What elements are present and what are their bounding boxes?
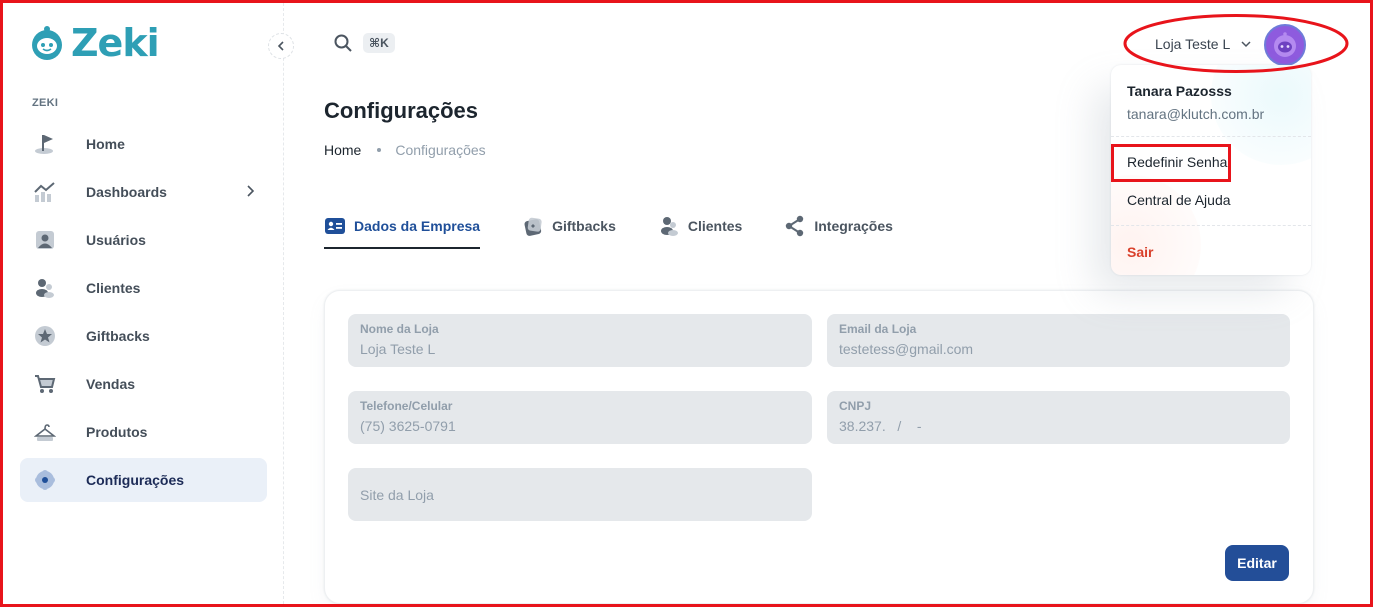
users-icon	[34, 277, 56, 299]
sidebar-item-configuracoes[interactable]: Configurações	[20, 458, 267, 502]
robot-avatar-icon	[1274, 32, 1296, 57]
breadcrumb: Home Configurações	[324, 142, 486, 158]
user-email: tanara@klutch.com.br	[1127, 106, 1265, 122]
sidebar-item-label: Dashboards	[86, 184, 167, 200]
edit-button[interactable]: Editar	[1225, 545, 1289, 581]
site-field[interactable]: Site da Loja	[348, 468, 812, 521]
phone-field[interactable]: Telefone/Celular (75) 3625-0791	[348, 391, 812, 444]
sidebar-item-giftbacks[interactable]: Giftbacks	[20, 314, 267, 358]
search-icon	[334, 34, 352, 52]
tab-label: Giftbacks	[552, 218, 616, 234]
sidebar-item-label: Home	[86, 136, 125, 152]
field-value: Loja Teste L	[360, 341, 436, 357]
chart-icon	[34, 181, 56, 203]
store-name-field[interactable]: Nome da Loja Loja Teste L	[348, 314, 812, 367]
star-icon	[34, 325, 56, 347]
sidebar-item-vendas[interactable]: Vendas	[20, 362, 267, 406]
company-data-card: Nome da Loja Loja Teste L Email da Loja …	[324, 290, 1314, 604]
tab-integracoes[interactable]: Integrações	[784, 213, 893, 239]
user-dropdown-menu: Tanara Pazosss tanara@klutch.com.br Rede…	[1111, 65, 1311, 275]
divider	[1111, 136, 1311, 137]
sidebar-item-produtos[interactable]: Produtos	[20, 410, 267, 454]
chevron-right-icon	[243, 184, 257, 203]
sidebar: Zeki ZEKI Home Dashboards Usuários Clien…	[3, 3, 284, 604]
store-name: Loja Teste L	[1155, 36, 1231, 52]
field-label: CNPJ	[839, 399, 872, 413]
logo-text: Zeki	[71, 21, 160, 65]
share-icon	[786, 215, 804, 237]
sidebar-item-label: Configurações	[86, 472, 185, 488]
store-selector[interactable]: Loja Teste L	[1155, 36, 1252, 52]
page-title: Configurações	[324, 98, 479, 123]
help-center-item[interactable]: Central de Ajuda	[1127, 192, 1231, 208]
tab-label: Integrações	[814, 218, 893, 234]
breadcrumb-current: Configurações	[395, 142, 486, 158]
reset-password-item[interactable]: Redefinir Senha	[1127, 154, 1227, 170]
tab-giftbacks[interactable]: Giftbacks	[522, 213, 616, 239]
search-button[interactable]: ⌘K	[333, 33, 395, 53]
flag-icon	[34, 133, 56, 155]
sidebar-item-label: Produtos	[86, 424, 148, 440]
gear-icon	[34, 469, 56, 491]
id-card-icon	[325, 218, 345, 234]
sidebar-item-clientes[interactable]: Clientes	[20, 266, 267, 310]
cart-icon	[34, 373, 56, 395]
field-value: 38.237. / -	[839, 418, 922, 434]
sidebar-item-home[interactable]: Home	[20, 122, 267, 166]
user-name: Tanara Pazosss	[1127, 83, 1232, 99]
tab-dados-da-empresa[interactable]: Dados da Empresa	[324, 213, 481, 249]
chevron-down-icon	[1241, 41, 1251, 48]
cnpj-field[interactable]: CNPJ 38.237. / -	[827, 391, 1290, 444]
sidebar-collapse-button[interactable]	[268, 33, 294, 59]
settings-tabs: Dados da Empresa Giftbacks Clientes Inte…	[324, 213, 935, 249]
field-label: Email da Loja	[839, 322, 917, 336]
tab-clientes[interactable]: Clientes	[658, 213, 742, 239]
sidebar-item-label: Usuários	[86, 232, 146, 248]
sidebar-item-dashboards[interactable]: Dashboards	[20, 170, 267, 214]
field-placeholder: Site da Loja	[360, 487, 434, 503]
field-value: testetess@gmail.com	[839, 341, 974, 357]
sidebar-item-label: Vendas	[86, 376, 136, 392]
logout-item[interactable]: Sair	[1127, 244, 1153, 260]
chevron-left-icon	[277, 41, 284, 51]
sidebar-item-usuarios[interactable]: Usuários	[20, 218, 267, 262]
logo[interactable]: Zeki	[27, 21, 160, 65]
field-label: Telefone/Celular	[360, 399, 453, 413]
field-value: (75) 3625-0791	[360, 418, 456, 434]
tab-label: Clientes	[687, 218, 743, 234]
divider	[1111, 225, 1311, 226]
breadcrumb-separator	[377, 148, 382, 152]
gift-icon	[524, 217, 542, 236]
avatar[interactable]	[1264, 24, 1306, 66]
users-icon	[660, 217, 678, 236]
sidebar-item-label: Clientes	[86, 280, 141, 296]
user-icon	[34, 229, 56, 251]
robot-logo-icon	[32, 26, 62, 60]
nav-section-title: ZEKI	[32, 97, 59, 109]
sidebar-nav: Home Dashboards Usuários Clientes Giftba…	[20, 122, 267, 506]
field-label: Nome da Loja	[360, 322, 439, 336]
sidebar-item-label: Giftbacks	[86, 328, 150, 344]
breadcrumb-home[interactable]: Home	[324, 142, 361, 158]
tab-label: Dados da Empresa	[354, 218, 481, 234]
active-tab-indicator	[324, 247, 481, 249]
hanger-icon	[34, 421, 56, 443]
store-email-field[interactable]: Email da Loja testetess@gmail.com	[827, 314, 1290, 367]
search-shortcut-badge: ⌘K	[363, 33, 395, 53]
